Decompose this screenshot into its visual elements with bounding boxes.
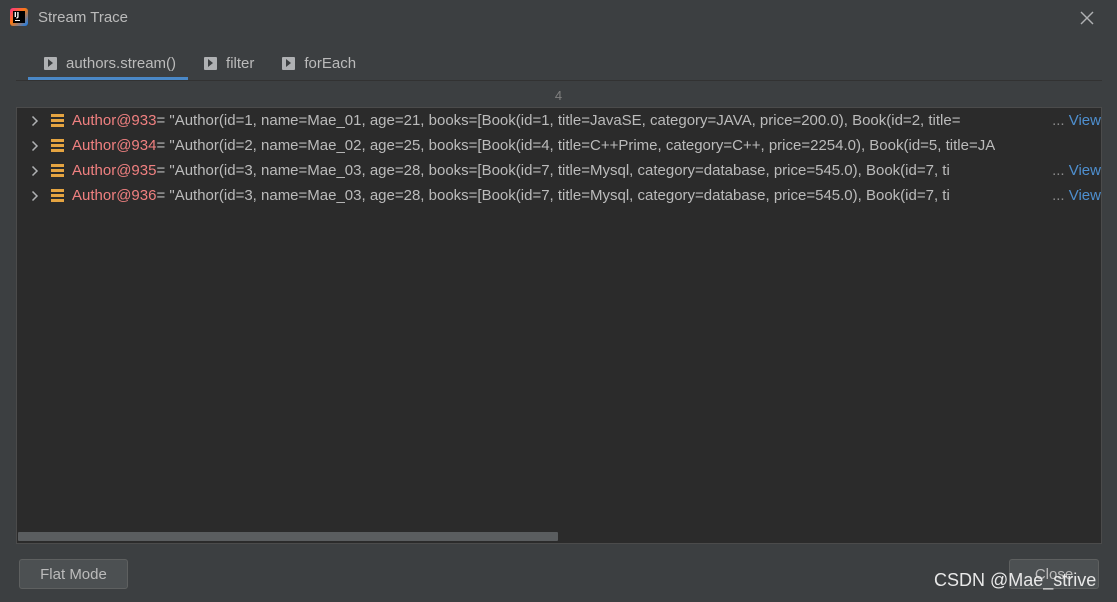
list-item[interactable]: Author@934 = "Author(id=2, name=Mae_02, … [17, 133, 1101, 158]
list-item[interactable]: Author@936 = "Author(id=3, name=Mae_03, … [17, 183, 1101, 208]
close-icon[interactable] [1079, 10, 1095, 26]
variable-name: Author@933 [72, 112, 157, 129]
list-item[interactable]: Author@935 = "Author(id=3, name=Mae_03, … [17, 158, 1101, 183]
object-list-icon [51, 189, 64, 202]
stream-step-tabs: authors.stream() filter forEach [28, 48, 368, 80]
variable-value: = "Author(id=3, name=Mae_03, age=28, boo… [156, 162, 950, 179]
variable-value: = "Author(id=2, name=Mae_02, age=25, boo… [156, 137, 996, 154]
chevron-right-icon[interactable] [25, 165, 45, 177]
list-item[interactable]: Author@933 = "Author(id=1, name=Mae_01, … [17, 108, 1101, 133]
object-list-icon [51, 114, 64, 127]
horizontal-scrollbar[interactable] [18, 532, 558, 541]
chevron-right-icon[interactable] [25, 190, 45, 202]
view-link[interactable]: ... View [1048, 108, 1101, 133]
tab-filter[interactable]: filter [188, 48, 266, 78]
flat-mode-button[interactable]: Flat Mode [19, 559, 128, 589]
ellipsis: ... [1052, 112, 1065, 129]
element-count: 4 [554, 88, 563, 103]
play-arrow-icon [282, 56, 296, 70]
view-link[interactable]: ... View [1048, 183, 1101, 208]
view-label: View [1064, 112, 1101, 129]
title-bar: IJ Stream Trace [0, 0, 1117, 36]
chevron-right-icon[interactable] [25, 115, 45, 127]
variable-value: = "Author(id=1, name=Mae_01, age=21, boo… [156, 112, 961, 129]
variable-name: Author@936 [72, 187, 157, 204]
variable-name: Author@934 [72, 137, 157, 154]
tab-label: forEach [304, 54, 357, 72]
variable-value: = "Author(id=3, name=Mae_03, age=28, boo… [156, 187, 950, 204]
watermark-text: CSDN @Mae_strive [934, 570, 1097, 590]
view-label: View [1064, 187, 1101, 204]
play-arrow-icon [44, 56, 57, 70]
chevron-right-icon[interactable] [25, 140, 45, 152]
tab-foreach[interactable]: forEach [266, 48, 368, 78]
variable-name: Author@935 [72, 162, 157, 179]
trace-values-panel: Author@933 = "Author(id=1, name=Mae_01, … [16, 107, 1102, 544]
ellipsis: ... [1052, 187, 1065, 204]
object-list-icon [51, 139, 64, 152]
window-title: Stream Trace [38, 9, 129, 26]
view-link[interactable]: ... View [1048, 158, 1101, 183]
tab-label: authors.stream() [66, 54, 177, 72]
tab-authors-stream[interactable]: authors.stream() [28, 48, 189, 80]
intellij-idea-icon: IJ [10, 8, 28, 26]
object-list-icon [51, 164, 64, 177]
play-arrow-icon [204, 56, 218, 70]
tab-label: filter [226, 54, 255, 72]
stream-trace-dialog: IJ Stream Trace authors.stream() filter … [0, 0, 1117, 602]
view-label: View [1064, 162, 1101, 179]
tabs-divider [16, 80, 1102, 81]
ellipsis: ... [1052, 162, 1065, 179]
